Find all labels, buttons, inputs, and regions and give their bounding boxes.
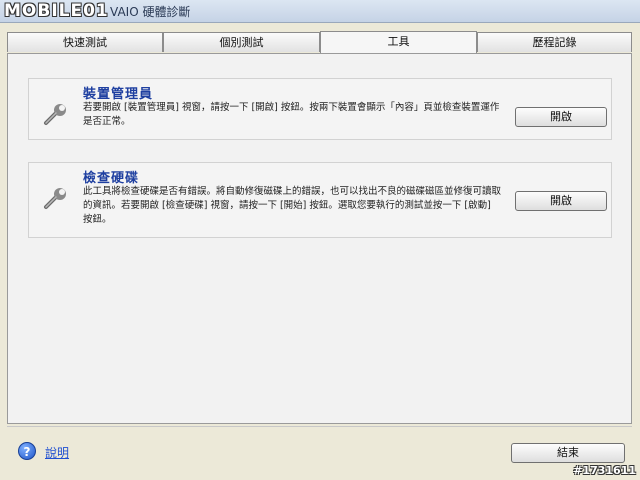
check-disk-card: 檢查硬碟 此工具將檢查硬碟是否有錯誤。將自動修復磁碟上的錯誤，也可以找出不良的磁… bbox=[28, 162, 612, 238]
device-manager-title: 裝置管理員 bbox=[83, 87, 154, 102]
device-manager-description: 若要開啟 [裝置管理員] 視窗，請按一下 [開啟] 按鈕。按兩下裝置會顯示「內容… bbox=[83, 102, 500, 127]
wrench-icon bbox=[44, 104, 66, 125]
help-link[interactable]: 說明 bbox=[45, 444, 69, 461]
tools-pane: 裝置管理員 若要開啟 [裝置管理員] 視窗，請按一下 [開啟] 按鈕。按兩下裝置… bbox=[7, 53, 632, 424]
watermark-logo: MOBILE01 bbox=[4, 1, 109, 21]
wrench-icon bbox=[44, 188, 66, 209]
tab-bar: 快速測試 個別測試 工具 歷程記錄 bbox=[7, 31, 632, 53]
check-disk-open-button[interactable]: 開啟 bbox=[515, 191, 607, 211]
check-disk-description: 此工具將檢查硬碟是否有錯誤。將自動修復磁碟上的錯誤，也可以找出不良的磁碟磁區並修… bbox=[83, 186, 502, 225]
help-icon[interactable]: ? bbox=[18, 442, 36, 460]
device-manager-card: 裝置管理員 若要開啟 [裝置管理員] 視窗，請按一下 [開啟] 按鈕。按兩下裝置… bbox=[28, 78, 612, 140]
window-title: VAIO 硬體診斷 bbox=[110, 5, 191, 19]
title-bar: MOBILE01 VAIO 硬體診斷 bbox=[0, 0, 640, 23]
tab-quick-test[interactable]: 快速測試 bbox=[7, 32, 163, 52]
footer-divider bbox=[7, 426, 632, 427]
watermark-badge: #1731611 bbox=[573, 464, 636, 477]
tab-tools[interactable]: 工具 bbox=[320, 31, 477, 53]
tab-history[interactable]: 歷程記錄 bbox=[477, 32, 632, 52]
tab-individual-test[interactable]: 個別測試 bbox=[163, 32, 320, 52]
close-button[interactable]: 結束 bbox=[511, 443, 625, 463]
check-disk-title: 檢查硬碟 bbox=[83, 171, 140, 186]
device-manager-open-button[interactable]: 開啟 bbox=[515, 107, 607, 127]
